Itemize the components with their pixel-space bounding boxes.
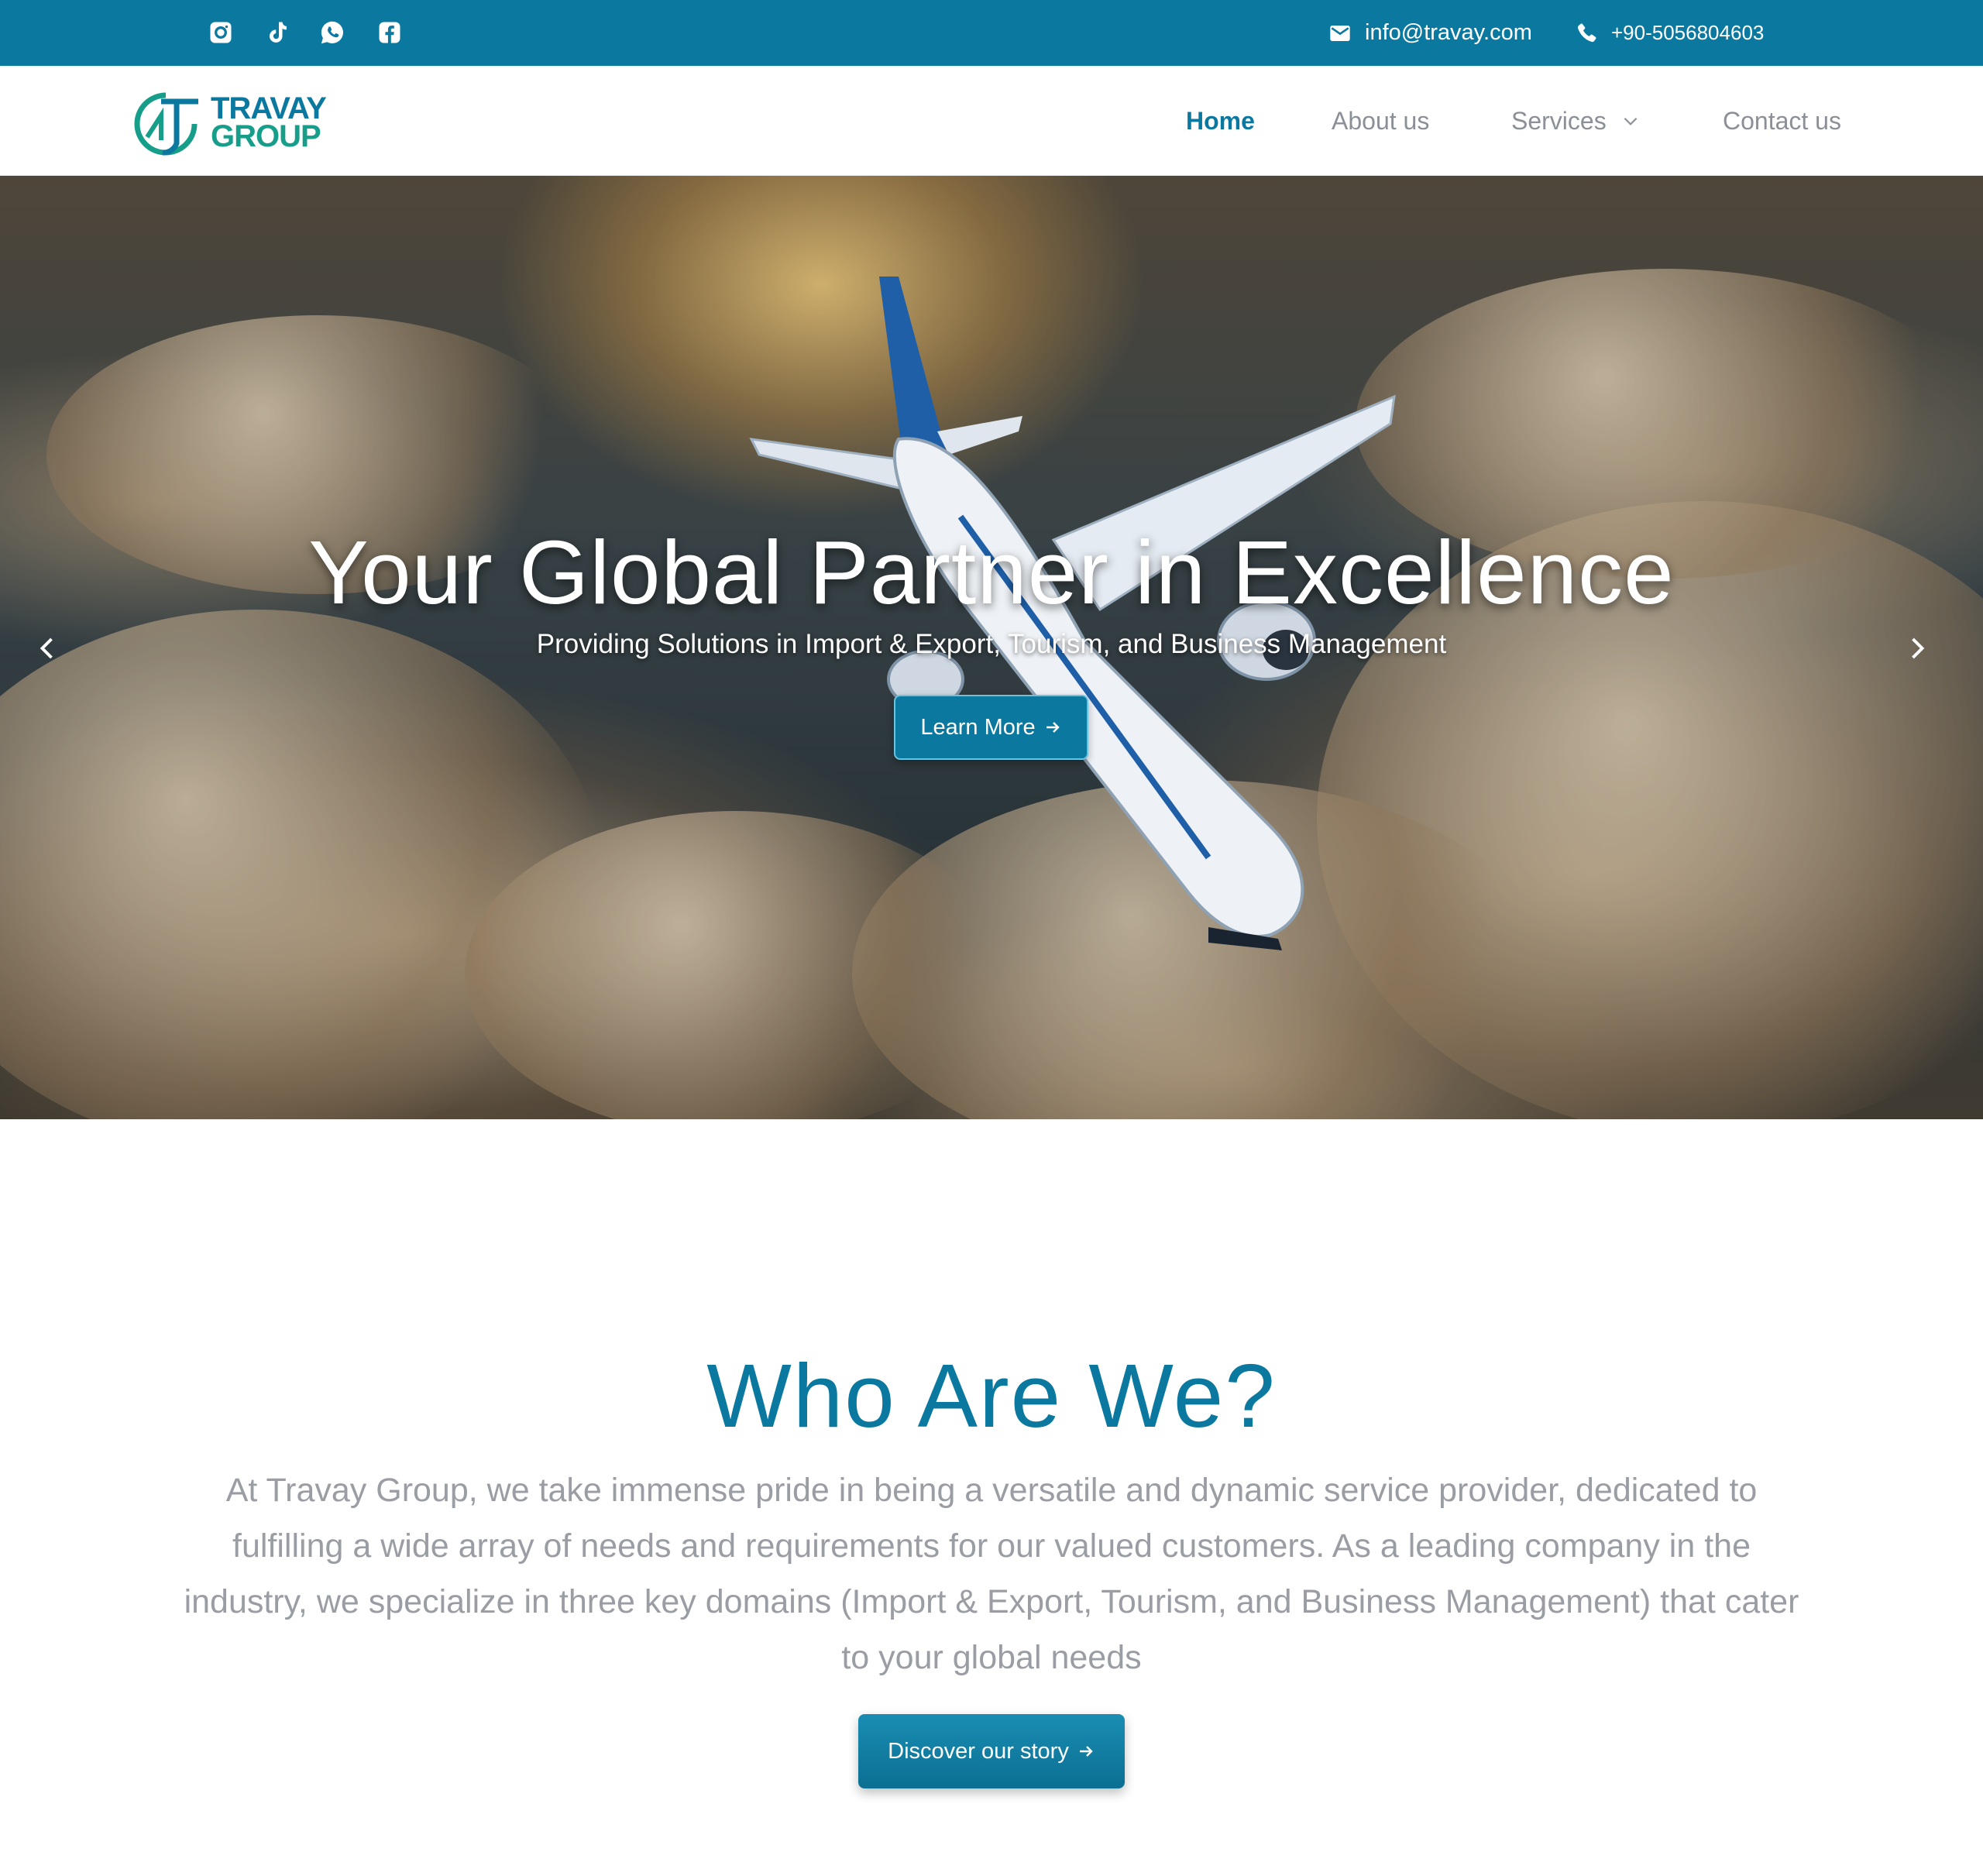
phone-icon: [1577, 22, 1596, 42]
main-header: TRAVAY GROUP Home About us Services Cont…: [0, 66, 1983, 176]
travay-logo-icon: [134, 92, 198, 156]
learn-more-button[interactable]: Learn More: [894, 695, 1088, 760]
hero-title: Your Global Partner in Excellence: [308, 522, 1675, 623]
learn-more-label: Learn More: [920, 714, 1036, 740]
email-contact[interactable]: info@travay.com: [1328, 0, 1532, 66]
email-text: info@travay.com: [1365, 20, 1532, 45]
mail-icon: [1330, 25, 1350, 41]
brand-wordmark: TRAVAY GROUP: [211, 91, 327, 153]
hero-subtitle: Providing Solutions in Import & Export, …: [536, 629, 1447, 659]
brand-line-1: TRAVAY: [211, 91, 327, 125]
nav-home[interactable]: Home: [1186, 66, 1255, 176]
whatsapp-icon[interactable]: [316, 16, 349, 49]
slider-next-button[interactable]: [1893, 625, 1940, 672]
section-title: Who Are We?: [706, 1345, 1277, 1446]
hero-slider: Your Global Partner in Excellence Provid…: [0, 176, 1983, 1119]
chevron-right-icon: [1912, 637, 1925, 659]
facebook-icon[interactable]: [373, 16, 406, 49]
brand-logo[interactable]: TRAVAY GROUP: [130, 89, 327, 156]
discover-story-label: Discover our story: [888, 1738, 1069, 1764]
instagram-icon[interactable]: [204, 16, 237, 49]
nav-services-label: Services: [1511, 106, 1607, 135]
tiktok-icon[interactable]: [260, 16, 293, 49]
chevron-down-icon: [1624, 117, 1638, 125]
brand-line-2: GROUP: [211, 119, 321, 153]
phone-contact[interactable]: +90-5056804603: [1574, 0, 1764, 66]
nav-services[interactable]: Services: [1511, 66, 1641, 176]
top-bar: info@travay.com +90-5056804603: [0, 0, 1983, 66]
discover-story-button[interactable]: Discover our story: [858, 1714, 1125, 1788]
slider-prev-button[interactable]: [25, 625, 71, 672]
about-paragraph: At Travay Group, we take immense pride i…: [184, 1472, 1799, 1676]
nav-about-us[interactable]: About us: [1332, 66, 1429, 176]
arrow-right-icon: [1079, 1746, 1093, 1757]
chevron-left-icon: [40, 637, 53, 659]
phone-text: +90-5056804603: [1611, 21, 1765, 44]
nav-contact-us[interactable]: Contact us: [1723, 66, 1841, 176]
arrow-right-icon: [1046, 722, 1060, 733]
